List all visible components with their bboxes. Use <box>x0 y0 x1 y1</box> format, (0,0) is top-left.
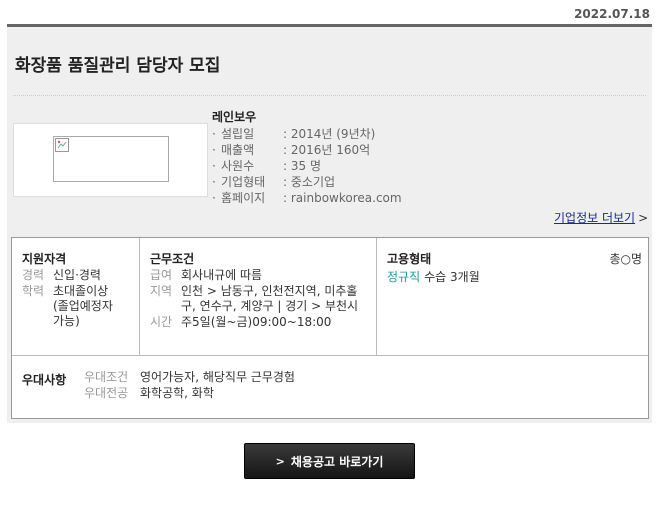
employment-title: 고용형태 <box>387 252 432 266</box>
work-conditions-section: 근무조건 급여 회사내규에 따름 지역 인천 > 남동구, 인천전지역, 미추홀구,… <box>140 238 377 355</box>
work-condition-row: 급여 회사내규에 따름 <box>150 268 263 282</box>
qualification-title: 지원자격 <box>22 252 67 266</box>
employment-type: 정규직 <box>387 270 421 284</box>
preferences-title: 우대사항 <box>22 373 67 387</box>
job-title: 화장품 품질관리 담당자 모집 <box>15 56 221 76</box>
conditions-table: 지원자격 경력 신입·경력 학력 초대졸이상 (졸업예정자 가능) 근무조건 급여 회… <box>11 237 649 419</box>
company-info-item: · 매출액: 2016년 160억 <box>212 143 371 157</box>
go-to-posting-label: 채용공고 바로가기 <box>290 454 384 469</box>
qualification-row: 경력 신입·경력 <box>22 268 101 282</box>
chevron-right-icon: > <box>638 211 649 225</box>
conditions-divider <box>12 355 648 356</box>
company-name: 레인보우 <box>212 110 257 124</box>
go-to-posting-button[interactable]: > 채용공고 바로가기 <box>244 443 415 479</box>
preference-row: 우대전공 화학공학, 화학 <box>84 386 214 400</box>
work-conditions-title: 근무조건 <box>150 252 195 266</box>
company-info-item: · 홈페이지: rainbowkorea.com <box>212 191 402 205</box>
company-homepage: : rainbowkorea.com <box>283 191 402 205</box>
company-info-item: · 사원수: 35 명 <box>212 159 321 173</box>
probation: 수습 3개월 <box>424 270 480 284</box>
work-condition-row: 지역 인천 > 남동구, 인천전지역, 미추홀구, 연수구, 계양구 | 경기 >… <box>150 284 359 313</box>
company-logo-image <box>53 136 169 182</box>
work-condition-row: 시간 주5일(월~금)09:00~18:00 <box>150 315 332 329</box>
posting-date: 2022.07.18 <box>574 7 650 21</box>
company-info-list: · 설립일: 2014년 (9년차) · 매출액: 2016년 160억 · 사원수:… <box>212 126 402 206</box>
headcount: 총○명 <box>609 252 642 266</box>
preferences-section: 우대조건 영어가능자, 해당직무 근무경험 우대전공 화학공학, 화학 <box>84 370 295 402</box>
job-summary-panel: 화장품 품질관리 담당자 모집 레인보우 · 설립일: 2014년 (9년차) ·… <box>7 27 652 423</box>
company-info-more-link[interactable]: 기업정보 더보기 > <box>554 209 648 226</box>
employment-section: 고용형태 총○명 정규직 수습 3개월 <box>377 238 649 355</box>
qualification-section: 지원자격 경력 신입·경력 학력 초대졸이상 (졸업예정자 가능) <box>12 238 140 355</box>
qualification-row: 학력 초대졸이상 (졸업예정자 가능) <box>22 284 113 328</box>
company-info-item: · 기업형태: 중소기업 <box>212 175 336 189</box>
title-divider <box>13 95 646 96</box>
broken-image-icon <box>55 138 69 152</box>
company-info-item: · 설립일: 2014년 (9년차) <box>212 127 376 141</box>
chevron-right-icon: > <box>275 454 285 468</box>
company-logo-box <box>13 123 208 197</box>
preference-row: 우대조건 영어가능자, 해당직무 근무경험 <box>84 370 295 384</box>
